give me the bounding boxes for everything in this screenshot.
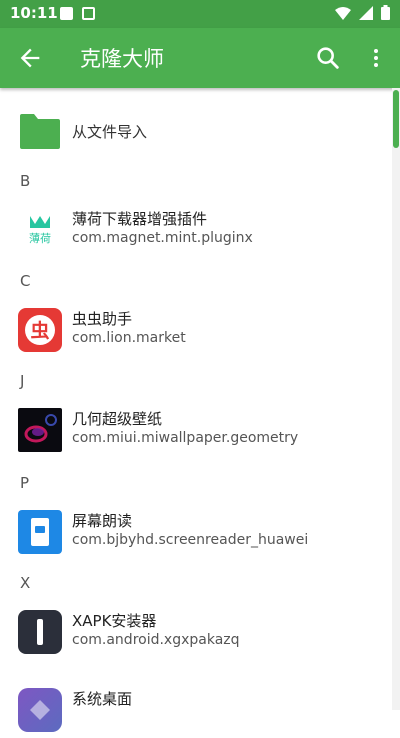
xapk-installer-icon: [18, 610, 62, 654]
signal-icon: [359, 5, 373, 20]
app-name: 几何超级壁纸: [72, 410, 163, 428]
search-icon[interactable]: [314, 44, 342, 72]
section-header-b: B: [20, 172, 31, 190]
app-item[interactable]: XAPK安装器 com.android.xgxpakazq: [0, 604, 392, 660]
section-header-p: P: [20, 474, 30, 492]
page-title: 克隆大师: [80, 47, 164, 71]
more-vert-icon[interactable]: [364, 44, 388, 72]
app-item[interactable]: 虫 虫虫助手 com.lion.market: [0, 302, 392, 358]
bug-assistant-icon: 虫: [18, 308, 62, 352]
screen-reader-icon: [18, 510, 62, 554]
section-header-j: J: [20, 372, 25, 390]
app-name: 虫虫助手: [72, 310, 133, 328]
bug-icon-text: 虫: [30, 319, 49, 342]
scrollbar[interactable]: [392, 88, 400, 710]
app-item[interactable]: 几何超级壁纸 com.miui.miwallpaper.geometry: [0, 402, 392, 458]
folder-icon: [20, 114, 60, 149]
status-time: 10:11: [10, 4, 58, 22]
status-bar: 10:11: [0, 0, 400, 28]
app-item[interactable]: 薄荷 薄荷下载器增强插件 com.magnet.mint.pluginx: [0, 202, 392, 258]
notification-icon: [82, 7, 95, 20]
app-package: com.lion.market: [72, 330, 186, 346]
app-name: XAPK安装器: [72, 612, 157, 630]
section-header-c: C: [20, 272, 31, 290]
mint-downloader-icon: 薄荷: [18, 208, 62, 252]
app-package: com.android.xgxpakazq: [72, 632, 240, 648]
section-header-x: X: [20, 574, 31, 592]
app-item[interactable]: 系统桌面: [0, 682, 392, 738]
wifi-icon: [335, 6, 351, 20]
back-arrow-icon[interactable]: [16, 44, 44, 72]
system-launcher-icon: [18, 688, 62, 732]
app-bar: 克隆大师: [0, 28, 400, 88]
mint-icon-text: 薄荷: [29, 231, 51, 245]
app-package: com.miui.miwallpaper.geometry: [72, 430, 299, 446]
app-name: 系统桌面: [72, 690, 133, 708]
import-from-file-item[interactable]: 从文件导入: [0, 106, 392, 158]
status-icons: [335, 5, 390, 20]
scrollbar-thumb[interactable]: [393, 90, 399, 148]
app-package: com.magnet.mint.pluginx: [72, 230, 253, 246]
geometry-wallpaper-icon: [18, 408, 62, 452]
app-name: 屏幕朗读: [72, 512, 133, 530]
import-label: 从文件导入: [72, 123, 148, 141]
notification-icon: [60, 7, 73, 20]
app-item[interactable]: 屏幕朗读 com.bjbyhd.screenreader_huawei: [0, 504, 392, 560]
app-name: 薄荷下载器增强插件: [72, 210, 208, 228]
app-package: com.bjbyhd.screenreader_huawei: [72, 532, 309, 548]
battery-icon: [381, 5, 390, 20]
